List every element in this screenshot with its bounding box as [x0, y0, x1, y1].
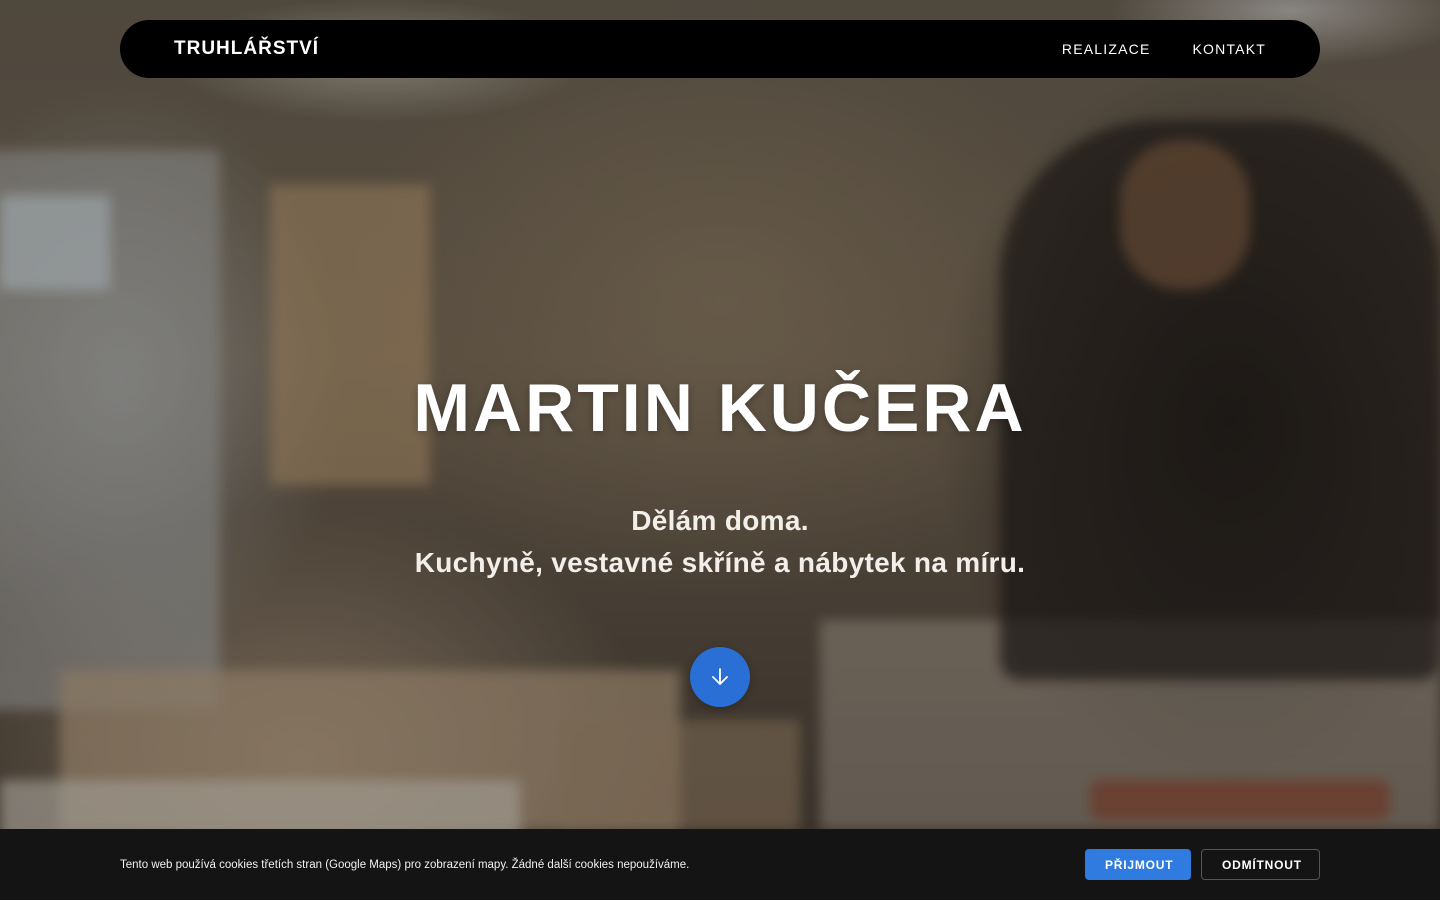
hero-section: MARTIN KUČERA Dělám doma. Kuchyně, vesta… [0, 0, 1440, 900]
nav-links: REALIZACE KONTAKT [1062, 41, 1266, 57]
hero-subtitle-line: Kuchyně, vestavné skříně a nábytek na mí… [414, 547, 1026, 578]
brand-logo[interactable]: TRUHLÁŘSTVÍ [174, 38, 319, 60]
decline-cookies-button[interactable]: ODMÍTNOUT [1201, 849, 1320, 880]
nav-link-realizace[interactable]: REALIZACE [1062, 41, 1151, 57]
arrow-down-icon [712, 668, 728, 685]
top-navbar: TRUHLÁŘSTVÍ REALIZACE KONTAKT [120, 20, 1320, 78]
cookie-banner: Tento web používá cookies třetích stran … [0, 829, 1440, 900]
hero-title: MARTIN KUČERA [413, 370, 1027, 446]
scroll-down-button[interactable] [690, 647, 750, 707]
cookie-message: Tento web používá cookies třetích stran … [120, 858, 690, 871]
nav-link-kontakt[interactable]: KONTAKT [1193, 41, 1266, 57]
hero-subtitle-line: Dělám doma. [631, 505, 809, 536]
cookie-actions: PŘIJMOUT ODMÍTNOUT [1085, 849, 1320, 880]
accept-cookies-button[interactable]: PŘIJMOUT [1085, 849, 1191, 880]
hero-content: MARTIN KUČERA Dělám doma. Kuchyně, vesta… [0, 368, 1440, 584]
hero-subtitle: Dělám doma. Kuchyně, vestavné skříně a n… [0, 500, 1440, 584]
